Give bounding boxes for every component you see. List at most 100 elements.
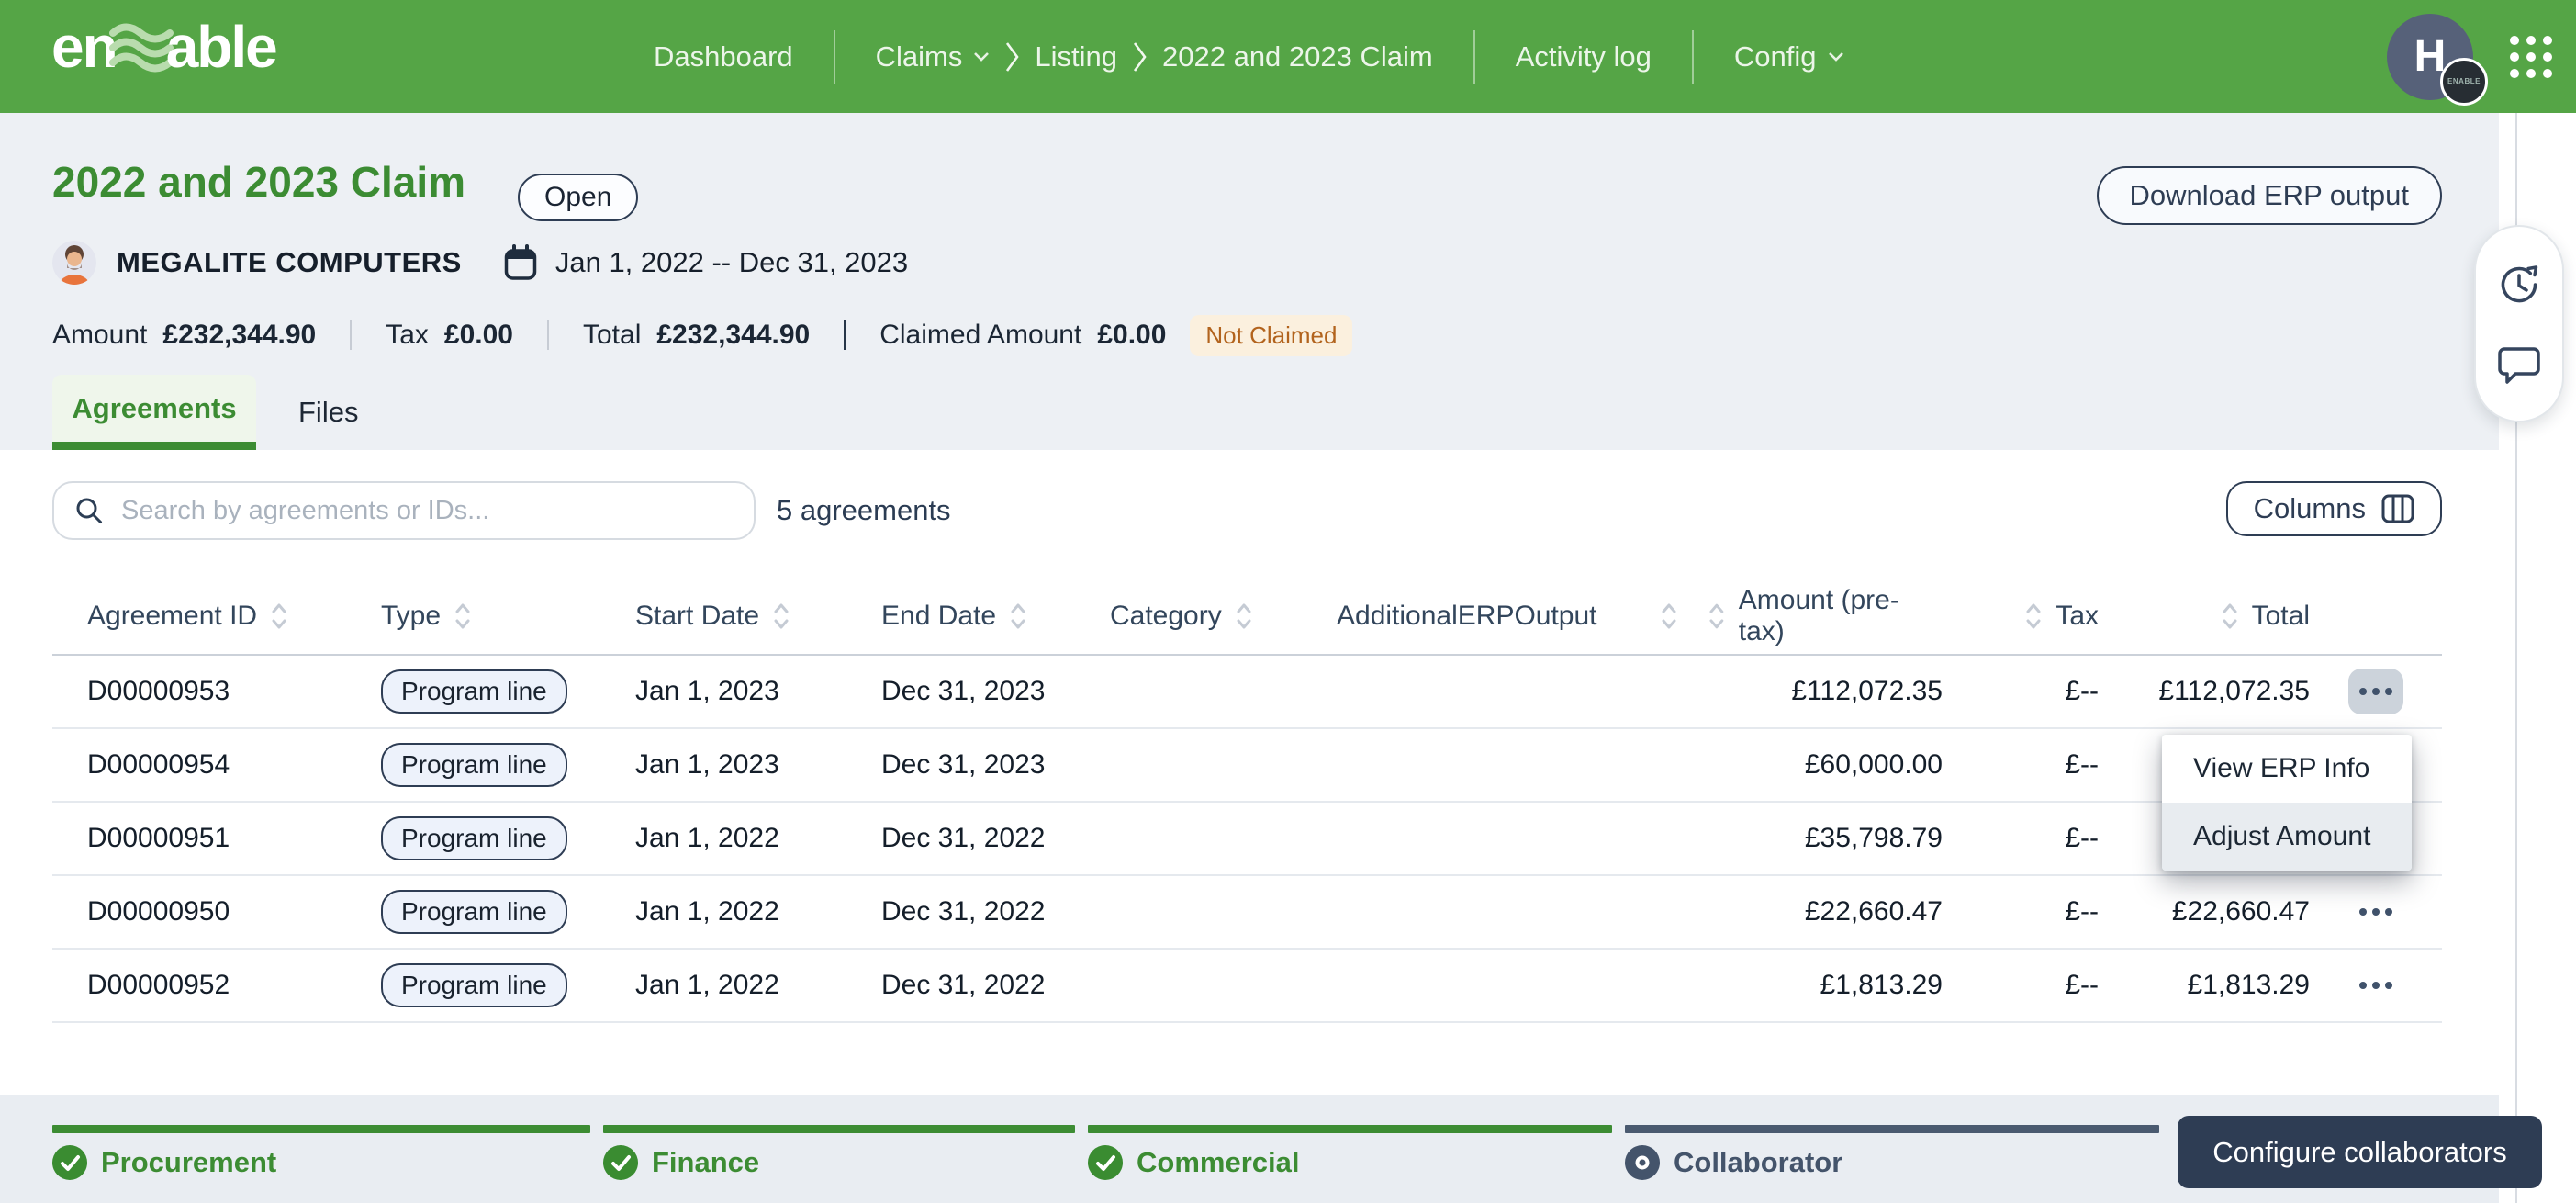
enable-logo[interactable]: en able	[51, 11, 278, 83]
step-finance: Finance	[603, 1125, 1075, 1180]
tax: £--	[2065, 749, 2099, 780]
tax: £--	[2065, 823, 2099, 853]
claim-info-row: MEGALITE COMPUTERS Jan 1, 2022 -- Dec 31…	[52, 240, 908, 286]
claimed-amount-label: Claimed Amount	[879, 320, 1082, 350]
column-header-tax[interactable]: Tax	[1943, 601, 2099, 632]
tax: £--	[2065, 676, 2099, 706]
sort-icon	[1011, 603, 1025, 629]
claimed-amount-value: £0.00	[1097, 320, 1167, 350]
search-input[interactable]	[119, 494, 734, 527]
step-collaborator: Collaborator	[1625, 1125, 2159, 1180]
table-row[interactable]: D00000951 Program line Jan 1, 2022 Dec 3…	[52, 803, 2442, 876]
column-header-amount-pre-tax[interactable]: Amount (pre-tax)	[1708, 585, 1943, 647]
sort-icon	[2026, 603, 2041, 629]
type-badge: Program line	[381, 669, 567, 714]
nav-dashboard[interactable]: Dashboard	[654, 40, 793, 73]
main-nav: Dashboard Claims Listing 2022 and 2023 C…	[654, 0, 1844, 113]
start-date: Jan 1, 2022	[635, 823, 779, 853]
total: £22,660.47	[2171, 896, 2310, 927]
company-name: MEGALITE COMPUTERS	[117, 246, 462, 278]
column-header-additional-erp-output[interactable]: AdditionalERPOutput	[1337, 601, 1708, 632]
breadcrumb-current-claim[interactable]: 2022 and 2023 Claim	[1162, 40, 1433, 73]
table-row[interactable]: D00000953 Program line Jan 1, 2023 Dec 3…	[52, 656, 2442, 729]
nav-claims[interactable]: Claims	[876, 40, 991, 73]
sort-icon	[1662, 603, 1676, 629]
table-row[interactable]: D00000954 Program line Jan 1, 2023 Dec 3…	[52, 729, 2442, 803]
step-progress-bar	[603, 1125, 1075, 1133]
summary-divider	[350, 320, 353, 350]
table-row[interactable]: D00000952 Program line Jan 1, 2022 Dec 3…	[52, 950, 2442, 1023]
column-header-type[interactable]: Type	[381, 601, 635, 632]
configure-collaborators-button[interactable]: Configure collaborators	[2178, 1116, 2542, 1188]
download-erp-output-button[interactable]: Download ERP output	[2096, 166, 2442, 225]
agreement-id: D00000954	[87, 749, 230, 780]
step-progress-bar	[1088, 1125, 1612, 1133]
more-icon	[2359, 688, 2367, 695]
side-tools-panel	[2474, 225, 2564, 422]
step-procurement: Procurement	[52, 1125, 590, 1180]
nav-listing[interactable]: Listing	[1035, 40, 1117, 73]
nav-activity-log[interactable]: Activity log	[1516, 40, 1652, 73]
table-row[interactable]: D00000950 Program line Jan 1, 2022 Dec 3…	[52, 876, 2442, 950]
agreement-id: D00000950	[87, 896, 230, 927]
agreements-table: Agreement ID Type Start Date End Date Ca…	[52, 579, 2442, 1023]
sort-icon	[2223, 603, 2237, 629]
tab-agreements[interactable]: Agreements	[52, 375, 256, 450]
org-badge: ENABLE	[2440, 57, 2488, 106]
chevron-down-icon	[1828, 51, 1843, 62]
check-icon	[603, 1145, 638, 1180]
more-icon	[2359, 908, 2367, 916]
amount-pre-tax: £22,660.47	[1804, 896, 1943, 927]
check-icon	[52, 1145, 87, 1180]
page-title: 2022 and 2023 Claim	[52, 158, 466, 206]
search-box	[52, 481, 756, 540]
start-date: Jan 1, 2022	[635, 970, 779, 1000]
more-icon	[2359, 982, 2367, 989]
history-button[interactable]	[2497, 263, 2541, 307]
tab-files[interactable]: Files	[256, 375, 400, 450]
columns-button[interactable]: Columns	[2225, 481, 2442, 536]
column-header-agreement-id[interactable]: Agreement ID	[87, 601, 381, 632]
amount-pre-tax: £112,072.35	[1791, 676, 1943, 706]
status-badge: Open	[518, 174, 639, 221]
company-avatar	[52, 241, 96, 285]
start-date: Jan 1, 2023	[635, 749, 779, 780]
end-date: Dec 31, 2023	[881, 676, 1046, 706]
nav-divider	[833, 29, 835, 84]
menu-item-view-erp-info[interactable]: View ERP Info	[2162, 735, 2412, 803]
nav-config[interactable]: Config	[1734, 40, 1844, 73]
menu-item-adjust-amount[interactable]: Adjust Amount	[2162, 803, 2412, 871]
tabs: Agreements Files	[52, 375, 400, 450]
sort-icon	[1709, 603, 1724, 629]
column-header-start-date[interactable]: Start Date	[635, 601, 881, 632]
amount-pre-tax: £1,813.29	[1820, 970, 1943, 1000]
agreements-panel: 5 agreements Columns Agreement ID Type S…	[0, 450, 2499, 1095]
search-icon	[76, 498, 102, 523]
row-context-menu: View ERP Info Adjust Amount	[2162, 735, 2412, 871]
amount-pre-tax: £60,000.00	[1804, 749, 1943, 780]
column-header-total[interactable]: Total	[2099, 601, 2310, 632]
column-header-category[interactable]: Category	[1110, 601, 1337, 632]
end-date: Dec 31, 2023	[881, 749, 1046, 780]
sort-icon	[774, 603, 789, 629]
app-header: en able Dashboard Claims Listing 2022 an…	[0, 0, 2576, 113]
tax: £--	[2065, 970, 2099, 1000]
type-badge: Program line	[381, 963, 567, 1007]
type-badge: Program line	[381, 816, 567, 860]
chat-button[interactable]	[2496, 345, 2542, 386]
row-more-button[interactable]	[2348, 962, 2403, 1008]
row-more-button[interactable]	[2348, 889, 2403, 935]
summary-divider	[844, 320, 846, 350]
end-date: Dec 31, 2022	[881, 970, 1046, 1000]
columns-icon	[2381, 494, 2414, 523]
apps-grid-icon[interactable]	[2510, 35, 2552, 78]
collaborators-footer: Procurement Finance Commercial Collabora…	[0, 1095, 2499, 1203]
row-more-button[interactable]	[2348, 669, 2403, 714]
chat-icon	[2498, 346, 2540, 384]
logo-text-left: en	[51, 14, 118, 80]
start-date: Jan 1, 2022	[635, 896, 779, 927]
user-avatar[interactable]: H ENABLE	[2387, 13, 2488, 106]
step-commercial: Commercial	[1088, 1125, 1612, 1180]
tax-label: Tax	[386, 320, 429, 350]
column-header-end-date[interactable]: End Date	[881, 601, 1110, 632]
